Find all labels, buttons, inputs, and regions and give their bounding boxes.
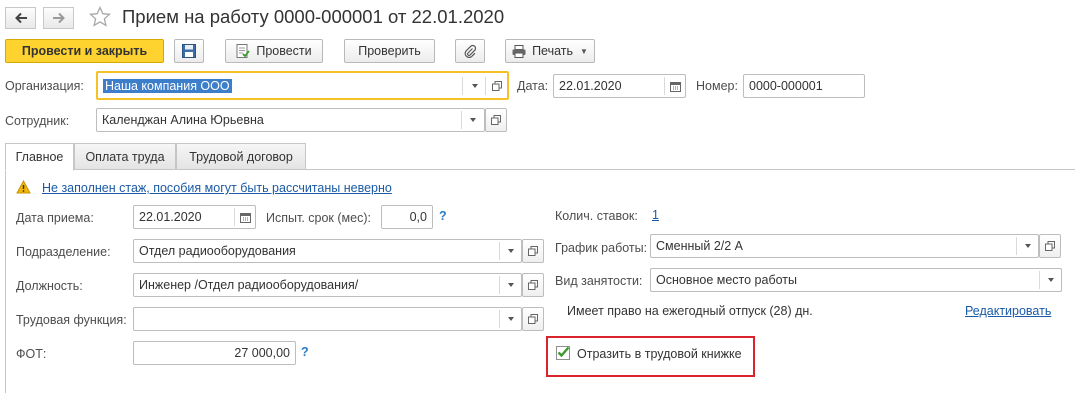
workbook-label[interactable]: Отразить в трудовой книжке — [577, 347, 742, 361]
schedule-open-button[interactable] — [1039, 234, 1061, 258]
checkmark-icon — [557, 346, 570, 358]
rates-label: Колич. ставок: — [555, 209, 638, 223]
schedule-label: График работы: — [555, 241, 648, 255]
paperclip-icon — [464, 44, 476, 58]
open-window-icon — [528, 280, 538, 290]
back-button[interactable] — [5, 7, 36, 29]
employee-label: Сотрудник: — [5, 114, 70, 128]
fot-label: ФОТ: — [16, 347, 47, 361]
edit-vacation-link[interactable]: Редактировать — [965, 304, 1051, 318]
chevron-down-icon: ▼ — [580, 46, 588, 56]
chevron-down-icon — [470, 118, 476, 122]
print-button[interactable]: Печать ▼ — [505, 39, 595, 63]
employment-type-label: Вид занятости: — [555, 274, 643, 288]
arrow-left-icon — [14, 12, 27, 24]
chevron-down-icon — [508, 317, 514, 321]
post-button[interactable]: Провести — [225, 39, 323, 63]
check-button[interactable]: Проверить — [344, 39, 435, 63]
hire-date-label: Дата приема: — [16, 211, 94, 225]
open-window-icon — [528, 314, 538, 324]
schedule-value: Сменный 2/2 А — [656, 239, 744, 253]
chevron-down-icon — [1048, 278, 1054, 282]
hire-date-field[interactable]: 22.01.2020 — [133, 205, 256, 229]
hire-date-calendar-button[interactable] — [235, 206, 255, 228]
open-window-icon — [528, 246, 538, 256]
labor-function-open-button[interactable] — [522, 307, 544, 331]
open-window-icon — [491, 115, 501, 125]
printer-icon — [512, 44, 526, 58]
workbook-checkbox[interactable] — [556, 346, 570, 360]
forward-button[interactable] — [43, 7, 74, 29]
chevron-down-icon — [508, 249, 514, 253]
post-document-icon — [236, 44, 251, 58]
position-open-button[interactable] — [522, 273, 544, 297]
employment-type-dropdown-button[interactable] — [1041, 269, 1061, 291]
chevron-down-icon — [472, 84, 478, 88]
open-window-icon — [1045, 241, 1055, 251]
calendar-icon — [239, 212, 251, 223]
position-label: Должность: — [16, 279, 83, 293]
post-and-close-button[interactable]: Провести и закрыть — [5, 39, 164, 63]
position-field[interactable]: Инженер /Отдел радиооборудования/ — [133, 273, 522, 297]
employment-type-field[interactable]: Основное место работы — [650, 268, 1062, 292]
probation-value: 0,0 — [409, 210, 427, 224]
post-button-label: Провести — [256, 44, 312, 58]
rates-link[interactable]: 1 — [652, 208, 659, 222]
labor-function-field[interactable] — [133, 307, 522, 331]
print-button-label: Печать — [532, 44, 574, 58]
employee-open-button[interactable] — [485, 108, 507, 132]
number-label: Номер: — [696, 79, 738, 93]
warning-icon — [16, 180, 31, 194]
open-window-icon — [492, 81, 502, 91]
employee-field[interactable]: Календжан Алина Юрьевна — [96, 108, 485, 132]
fot-value: 27 000,00 — [234, 346, 290, 360]
position-value: Инженер /Отдел радиооборудования/ — [139, 278, 359, 292]
labor-function-dropdown-button[interactable] — [501, 308, 521, 330]
number-value: 0000-000001 — [749, 79, 823, 93]
organization-dropdown-button[interactable] — [465, 75, 485, 97]
organization-open-button[interactable] — [487, 75, 507, 97]
employee-dropdown-button[interactable] — [463, 109, 483, 131]
organization-value: Наша компания ООО — [103, 79, 232, 93]
date-label: Дата: — [517, 79, 549, 93]
star-icon[interactable] — [88, 5, 112, 29]
calendar-icon — [669, 81, 681, 92]
vacation-text: Имеет право на ежегодный отпуск (28) дн. — [567, 304, 813, 318]
number-field[interactable]: 0000-000001 — [743, 74, 865, 98]
hire-date-value: 22.01.2020 — [139, 210, 202, 224]
probation-help-icon[interactable]: ? — [439, 209, 447, 223]
employment-type-value: Основное место работы — [656, 273, 798, 287]
department-label: Подразделение: — [16, 245, 111, 259]
schedule-dropdown-button[interactable] — [1018, 235, 1038, 257]
attachments-button[interactable] — [455, 39, 485, 63]
date-field[interactable]: 22.01.2020 — [553, 74, 686, 98]
arrow-right-icon — [52, 12, 65, 24]
labor-function-label: Трудовая функция: — [16, 313, 127, 327]
tab-payroll[interactable]: Оплата труда — [74, 143, 176, 170]
department-dropdown-button[interactable] — [501, 240, 521, 262]
warning-link[interactable]: Не заполнен стаж, пособия могут быть рас… — [42, 181, 392, 195]
fot-field[interactable]: 27 000,00 — [133, 341, 296, 365]
organization-label: Организация: — [5, 79, 84, 93]
floppy-disk-icon — [182, 44, 196, 58]
probation-label: Испыт. срок (мес): — [266, 211, 371, 225]
probation-field[interactable]: 0,0 — [381, 205, 433, 229]
organization-field[interactable]: Наша компания ООО — [96, 71, 509, 100]
date-value: 22.01.2020 — [559, 79, 622, 93]
position-dropdown-button[interactable] — [501, 274, 521, 296]
fot-help-icon[interactable]: ? — [301, 345, 309, 359]
department-open-button[interactable] — [522, 239, 544, 263]
date-calendar-button[interactable] — [665, 75, 685, 97]
chevron-down-icon — [1025, 244, 1031, 248]
department-field[interactable]: Отдел радиооборудования — [133, 239, 522, 263]
tab-main[interactable]: Главное — [5, 143, 74, 171]
department-value: Отдел радиооборудования — [139, 244, 296, 258]
chevron-down-icon — [508, 283, 514, 287]
page-title: Прием на работу 0000-000001 от 22.01.202… — [122, 6, 505, 27]
save-button[interactable] — [174, 39, 204, 63]
tab-labor-contract[interactable]: Трудовой договор — [176, 143, 306, 170]
schedule-field[interactable]: Сменный 2/2 А — [650, 234, 1039, 258]
employee-value: Календжан Алина Юрьевна — [102, 113, 264, 127]
